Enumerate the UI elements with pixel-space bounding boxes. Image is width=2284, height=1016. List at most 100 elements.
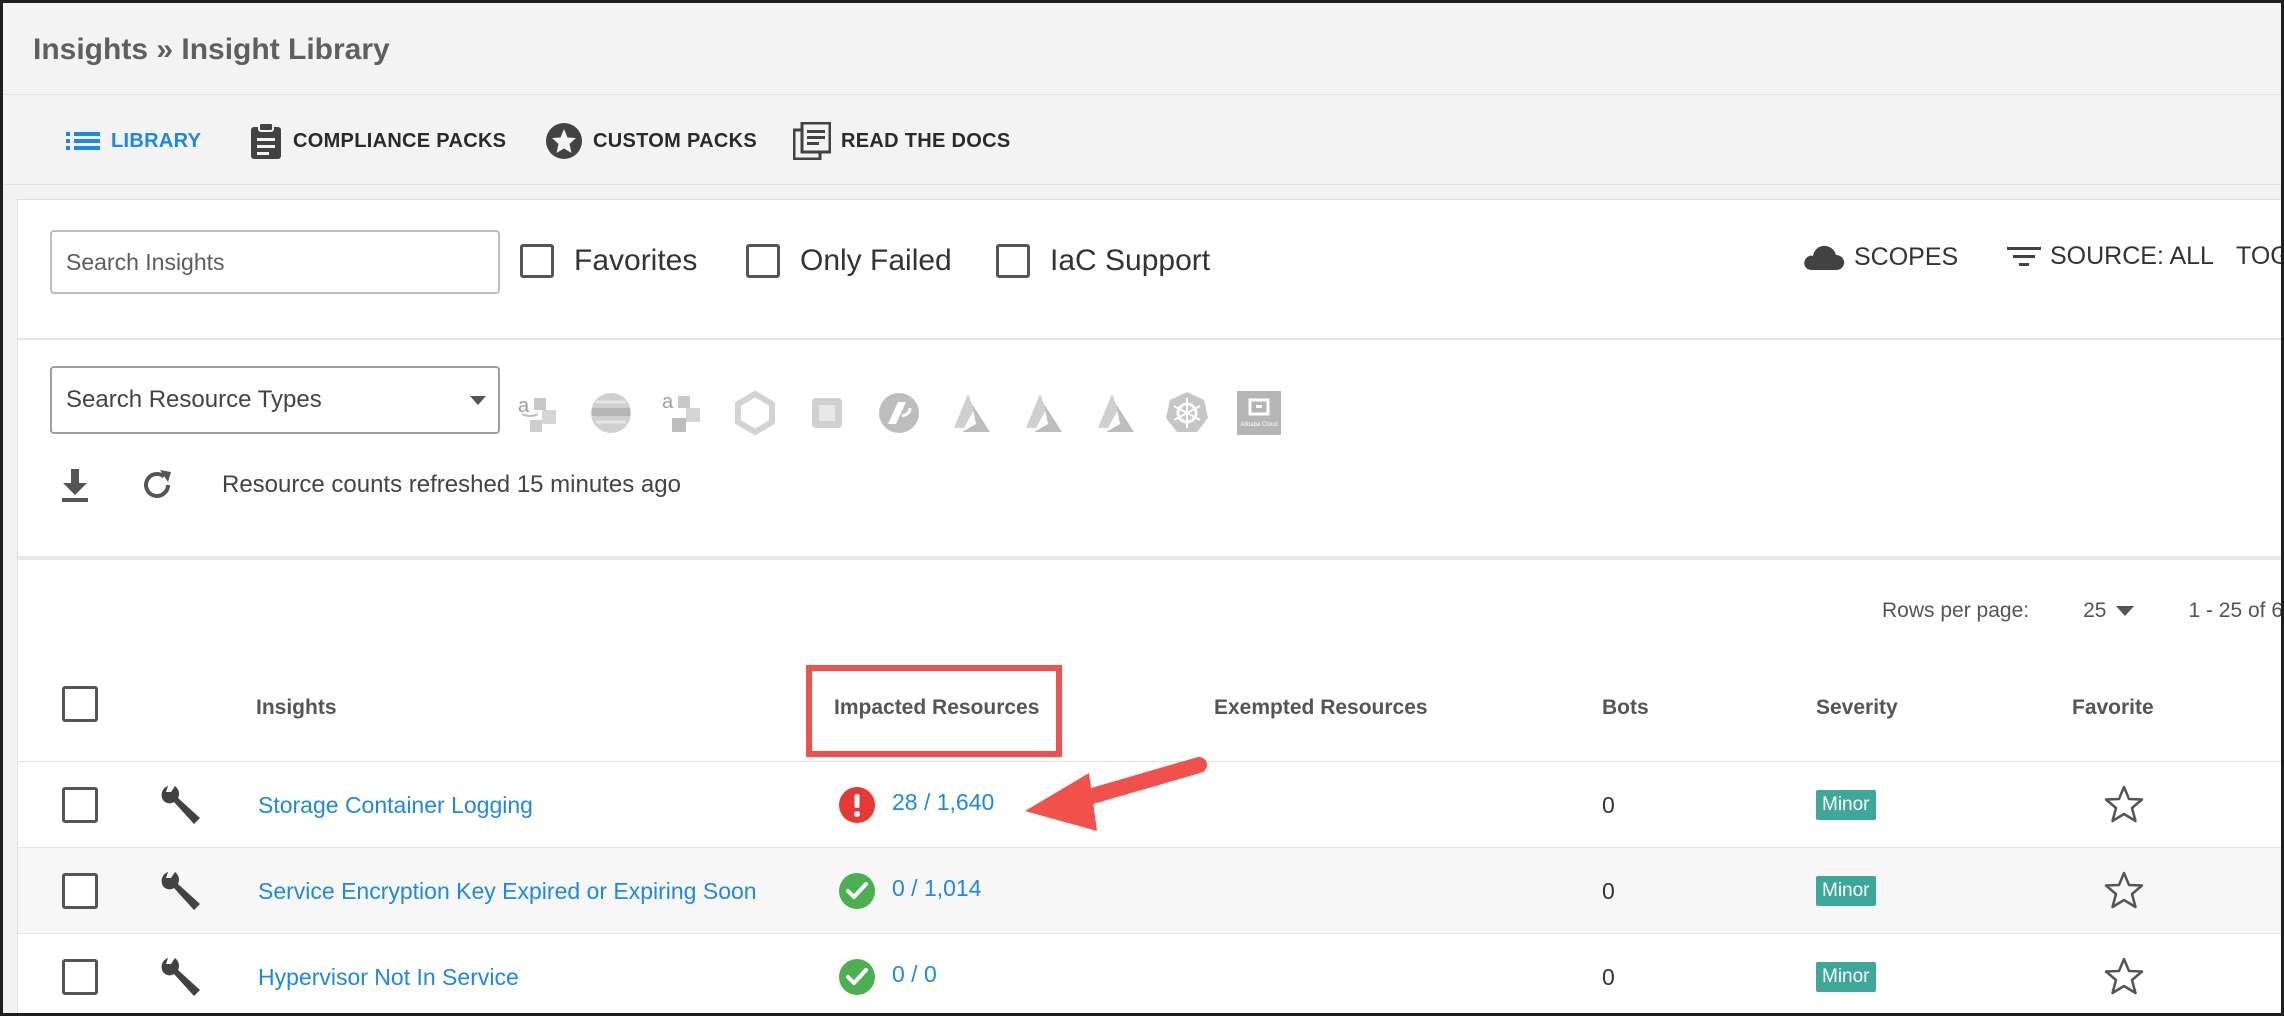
annotation-arrow-icon [1025, 757, 1207, 831]
download-icon [62, 469, 88, 502]
filter-icon [2007, 246, 2041, 266]
aws-icon[interactable]: a [516, 390, 562, 436]
azure-icon[interactable] [948, 390, 994, 436]
search-resource-types-select[interactable]: Search Resource Types [50, 366, 500, 434]
severity-badge: Minor [1816, 790, 1876, 820]
bots-count: 0 [1602, 878, 1615, 904]
app-window: Insights » Insight Library LIBRARY COMPL… [0, 0, 2284, 1016]
impacted-resources-link[interactable]: 0 / 1,014 [892, 875, 982, 902]
nav-compliance-packs-label: COMPLIANCE PACKS [293, 129, 507, 152]
favorite-star-icon[interactable] [2104, 956, 2144, 996]
table-row[interactable]: Hypervisor Not In Service 0 / 0 0 Minor [18, 934, 2281, 1013]
scopes-button[interactable]: SCOPES [1802, 242, 1958, 272]
star-badge-icon [546, 123, 582, 159]
nav-custom-packs[interactable]: CUSTOM PACKS [545, 119, 757, 163]
severity-badge: Minor [1816, 876, 1876, 906]
nav-custom-packs-label: CUSTOM PACKS [593, 129, 757, 152]
clipboard-icon [251, 122, 281, 159]
pagination: Rows per page: 25 1 - 25 of 6 [1882, 596, 2284, 626]
col-exempted-resources[interactable]: Exempted Resources [1214, 696, 1428, 720]
table-header: Insights Impacted Resources Exempted Res… [18, 654, 2281, 762]
page-range-text: 1 - 25 of 6 [2188, 599, 2284, 622]
scopes-label: SCOPES [1854, 242, 1959, 271]
search-toolbar: Favorites Only Failed IaC Support SCOPES [18, 200, 2281, 340]
azure-gov-icon[interactable] [1020, 390, 1066, 436]
failed-alert-icon [839, 787, 875, 823]
favorites-label: Favorites [574, 244, 698, 277]
rows-per-page-select[interactable]: 25 [2083, 599, 2135, 623]
passed-check-icon [839, 959, 875, 995]
breadcrumb[interactable]: Insights » Insight Library [33, 33, 390, 67]
nav-compliance-packs[interactable]: COMPLIANCE PACKS [249, 119, 506, 163]
search-resource-types-placeholder: Search Resource Types [66, 386, 322, 413]
oracle-cloud-icon[interactable] [876, 390, 922, 436]
col-bots[interactable]: Bots [1602, 696, 1649, 720]
annotation-highlight-box [806, 665, 1062, 757]
refresh-icon [144, 470, 171, 498]
insight-name-link[interactable]: Storage Container Logging [258, 792, 533, 819]
only-failed-checkbox[interactable] [746, 244, 780, 278]
aws-govcloud-icon[interactable] [588, 390, 634, 436]
resource-filter-row: Search Resource Types a a Alibaba Cloud … [18, 340, 2281, 560]
favorites-filter[interactable]: Favorites [520, 244, 697, 278]
favorite-star-icon[interactable] [2104, 784, 2144, 824]
page-header: Insights » Insight Library [3, 3, 2281, 95]
caret-down-icon [2116, 606, 2135, 616]
svg-text:a: a [662, 391, 674, 413]
refresh-button[interactable] [132, 460, 182, 510]
row-checkbox[interactable] [62, 959, 98, 995]
alibaba-cloud-icon[interactable]: Alibaba Cloud [1236, 390, 1282, 436]
passed-check-icon [839, 873, 875, 909]
favorite-star-icon[interactable] [2104, 870, 2144, 910]
select-all-checkbox[interactable] [62, 686, 98, 722]
col-severity[interactable]: Severity [1816, 696, 1898, 720]
nav-library-label: LIBRARY [111, 129, 202, 152]
iac-support-checkbox[interactable] [996, 244, 1030, 278]
insights-panel: Favorites Only Failed IaC Support SCOPES [17, 199, 2284, 1013]
rows-per-page-value: 25 [2083, 599, 2107, 622]
wrench-icon[interactable] [158, 782, 204, 828]
cloud-icon [1804, 245, 1845, 270]
chevron-down-icon [470, 396, 486, 405]
insight-name-link[interactable]: Hypervisor Not In Service [258, 964, 519, 991]
search-insights-input[interactable] [50, 230, 500, 294]
favorites-checkbox[interactable] [520, 244, 554, 278]
wrench-icon[interactable] [158, 868, 204, 914]
severity-badge: Minor [1816, 962, 1876, 992]
row-checkbox[interactable] [62, 787, 98, 823]
download-button[interactable] [50, 460, 100, 510]
aws-china-icon[interactable]: a [660, 390, 706, 436]
rows-per-page-label: Rows per page: [1882, 599, 2030, 622]
row-checkbox[interactable] [62, 873, 98, 909]
only-failed-filter[interactable]: Only Failed [746, 244, 952, 278]
nav-library[interactable]: LIBRARY [65, 119, 201, 163]
impacted-resources-link[interactable]: 0 / 0 [892, 961, 937, 988]
nav-read-the-docs-label: READ THE DOCS [841, 129, 1011, 152]
refresh-status-text: Resource counts refreshed 15 minutes ago [222, 471, 681, 498]
toggle-label: TOG [2236, 242, 2281, 270]
bots-count: 0 [1602, 792, 1615, 818]
toggle-button[interactable]: TOG [2236, 242, 2281, 271]
azure-china-icon[interactable] [1092, 390, 1138, 436]
kubernetes-icon[interactable] [1164, 390, 1210, 436]
impacted-resources-link[interactable]: 28 / 1,640 [892, 789, 994, 816]
nav-bar: LIBRARY COMPLIANCE PACKS CUSTOM PACKS RE… [3, 95, 2281, 185]
insight-name-link[interactable]: Service Encryption Key Expired or Expiri… [258, 878, 757, 905]
refresh-line: Resource counts refreshed 15 minutes ago [50, 460, 681, 510]
svg-text:a: a [518, 395, 530, 417]
col-insights[interactable]: Insights [256, 696, 337, 720]
alibaba-logo-text: Alibaba Cloud [1240, 422, 1277, 428]
only-failed-label: Only Failed [800, 244, 952, 277]
list-icon [66, 132, 100, 150]
gcp-icon[interactable] [732, 390, 778, 436]
wrench-icon[interactable] [158, 954, 204, 1000]
docs-icon [793, 122, 831, 160]
nav-read-the-docs[interactable]: READ THE DOCS [793, 119, 1010, 163]
table-row[interactable]: Service Encryption Key Expired or Expiri… [18, 848, 2281, 934]
gcp-project-icon[interactable] [804, 390, 850, 436]
source-label: SOURCE: ALL [2050, 242, 2214, 270]
iac-support-filter[interactable]: IaC Support [996, 244, 1210, 278]
col-favorite[interactable]: Favorite [2072, 696, 2154, 720]
iac-support-label: IaC Support [1050, 244, 1211, 277]
source-filter-button[interactable]: SOURCE: ALL [2006, 242, 2214, 271]
